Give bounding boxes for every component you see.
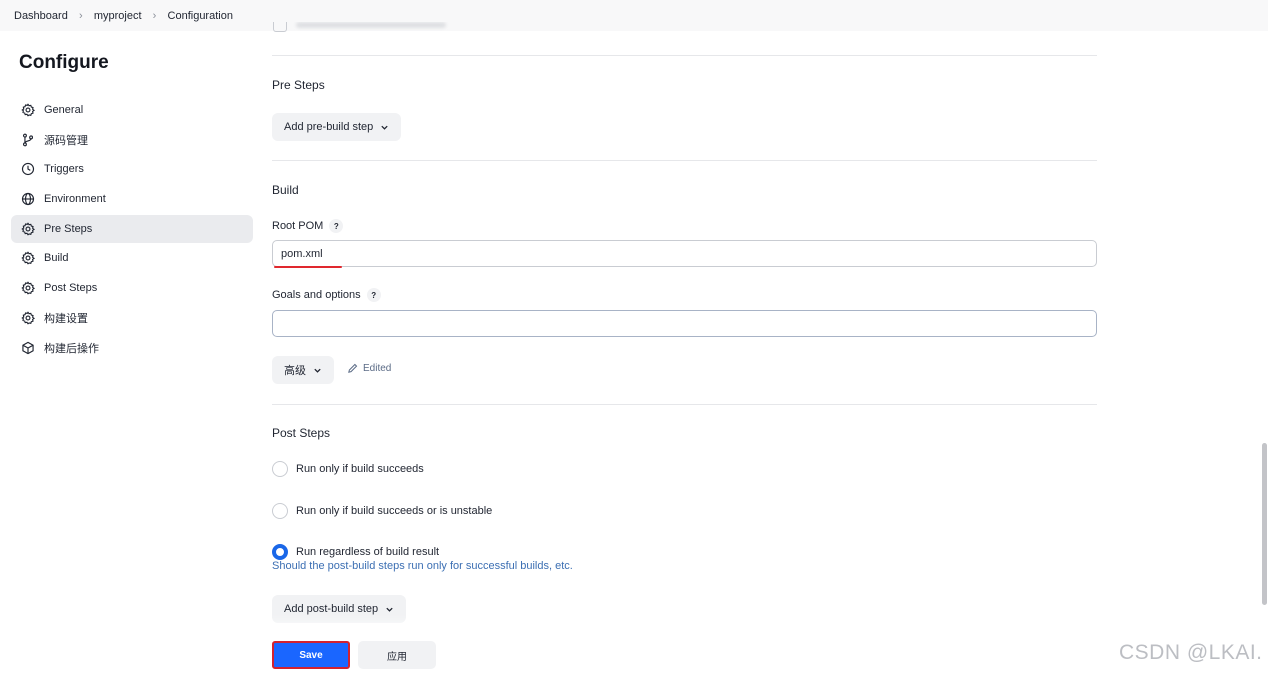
edited-indicator: Edited [347, 363, 391, 374]
radio-run-if-succeeds[interactable]: Run only if build succeeds [272, 461, 424, 477]
sidebar-item-label: Triggers [44, 163, 84, 176]
sidebar-item-post-build[interactable]: 构建后操作 [11, 334, 253, 362]
breadcrumb-dashboard[interactable]: Dashboard [14, 10, 68, 22]
chevron-right-icon: › [152, 9, 157, 22]
post-steps-hint: Should the post-build steps run only for… [272, 560, 573, 572]
goals-input[interactable] [272, 310, 1097, 337]
sidebar-item-label: 构建设置 [44, 312, 88, 325]
gear-icon [20, 310, 35, 325]
page-title: Configure [19, 52, 109, 73]
scrollbar-thumb[interactable] [1262, 443, 1267, 605]
sidebar: General 源码管理 Triggers Environment Pre St… [11, 96, 253, 363]
clock-icon [20, 162, 35, 177]
radio-label: Run only if build succeeds or is unstabl… [296, 505, 493, 517]
sidebar-item-build[interactable]: Build [11, 244, 253, 272]
breadcrumb: Dashboard › myproject › Configuration [0, 0, 1268, 31]
sidebar-item-environment[interactable]: Environment [11, 185, 253, 213]
cube-icon [20, 340, 35, 355]
apply-button[interactable]: 应用 [358, 641, 436, 669]
section-divider [272, 404, 1097, 405]
advanced-button[interactable]: 高级 [272, 356, 334, 384]
breadcrumb-configuration: Configuration [167, 9, 233, 22]
add-post-build-step-button[interactable]: Add post-build step [272, 595, 407, 623]
root-pom-label: Root POM ? [272, 219, 344, 233]
sidebar-item-label: Pre Steps [44, 222, 93, 235]
radio-button[interactable] [272, 461, 288, 477]
goals-label: Goals and options ? [272, 288, 381, 302]
radio-run-if-succeeds-or-unstable[interactable]: Run only if build succeeds or is unstabl… [272, 503, 492, 519]
goals-label-text: Goals and options [272, 289, 361, 301]
sidebar-item-label: 源码管理 [44, 134, 88, 147]
radio-run-regardless[interactable]: Run regardless of build result [272, 544, 439, 560]
root-pom-input[interactable] [272, 240, 1097, 267]
section-divider [272, 160, 1097, 161]
radio-label: Run regardless of build result [296, 546, 440, 558]
partial-text [296, 22, 446, 28]
sidebar-item-build-settings[interactable]: 构建设置 [11, 304, 253, 332]
sidebar-item-label: Environment [44, 193, 106, 206]
gear-icon [20, 103, 35, 118]
post-steps-title: Post Steps [272, 426, 331, 440]
root-pom-label-text: Root POM [272, 220, 324, 232]
sidebar-item-label: Post Steps [44, 282, 98, 295]
pencil-icon [348, 363, 358, 373]
chevron-down-icon [386, 607, 393, 612]
save-button[interactable]: Save [272, 641, 350, 669]
gear-icon [20, 251, 35, 266]
radio-button-checked[interactable] [272, 544, 288, 560]
edited-label: Edited [363, 363, 392, 374]
sidebar-item-post-steps[interactable]: Post Steps [11, 274, 253, 302]
checkbox-partial[interactable] [273, 22, 287, 32]
gear-icon [20, 281, 35, 296]
build-title: Build [272, 183, 299, 197]
radio-button[interactable] [272, 503, 288, 519]
sidebar-item-label: 构建后操作 [44, 342, 99, 355]
sidebar-item-pre-steps[interactable]: Pre Steps [11, 214, 253, 243]
radio-label: Run only if build succeeds [296, 463, 424, 475]
sidebar-item-label: General [44, 104, 84, 116]
breadcrumb-project[interactable]: myproject [94, 10, 142, 22]
add-pre-build-step-button[interactable]: Add pre-build step [272, 113, 402, 141]
chevron-right-icon: › [78, 9, 83, 22]
button-label: Add post-build step [284, 603, 379, 615]
section-divider [272, 55, 1097, 56]
sidebar-item-label: Build [44, 252, 69, 265]
chevron-down-icon [381, 125, 388, 130]
sidebar-item-scm[interactable]: 源码管理 [11, 126, 253, 154]
scrolled-partial-row [272, 22, 452, 34]
watermark: CSDN @LKAI. [1119, 641, 1263, 664]
sidebar-item-triggers[interactable]: Triggers [11, 155, 253, 183]
button-label: Add pre-build step [284, 121, 374, 133]
help-icon[interactable]: ? [366, 288, 381, 302]
gear-icon [20, 221, 35, 236]
chevron-down-icon [314, 368, 321, 373]
pre-steps-title: Pre Steps [272, 78, 325, 92]
sidebar-item-general[interactable]: General [11, 96, 253, 124]
branch-icon [20, 132, 35, 147]
annotation-underline [274, 265, 342, 268]
globe-icon [20, 192, 35, 207]
button-label: 高级 [284, 365, 306, 377]
help-icon[interactable]: ? [329, 219, 344, 233]
